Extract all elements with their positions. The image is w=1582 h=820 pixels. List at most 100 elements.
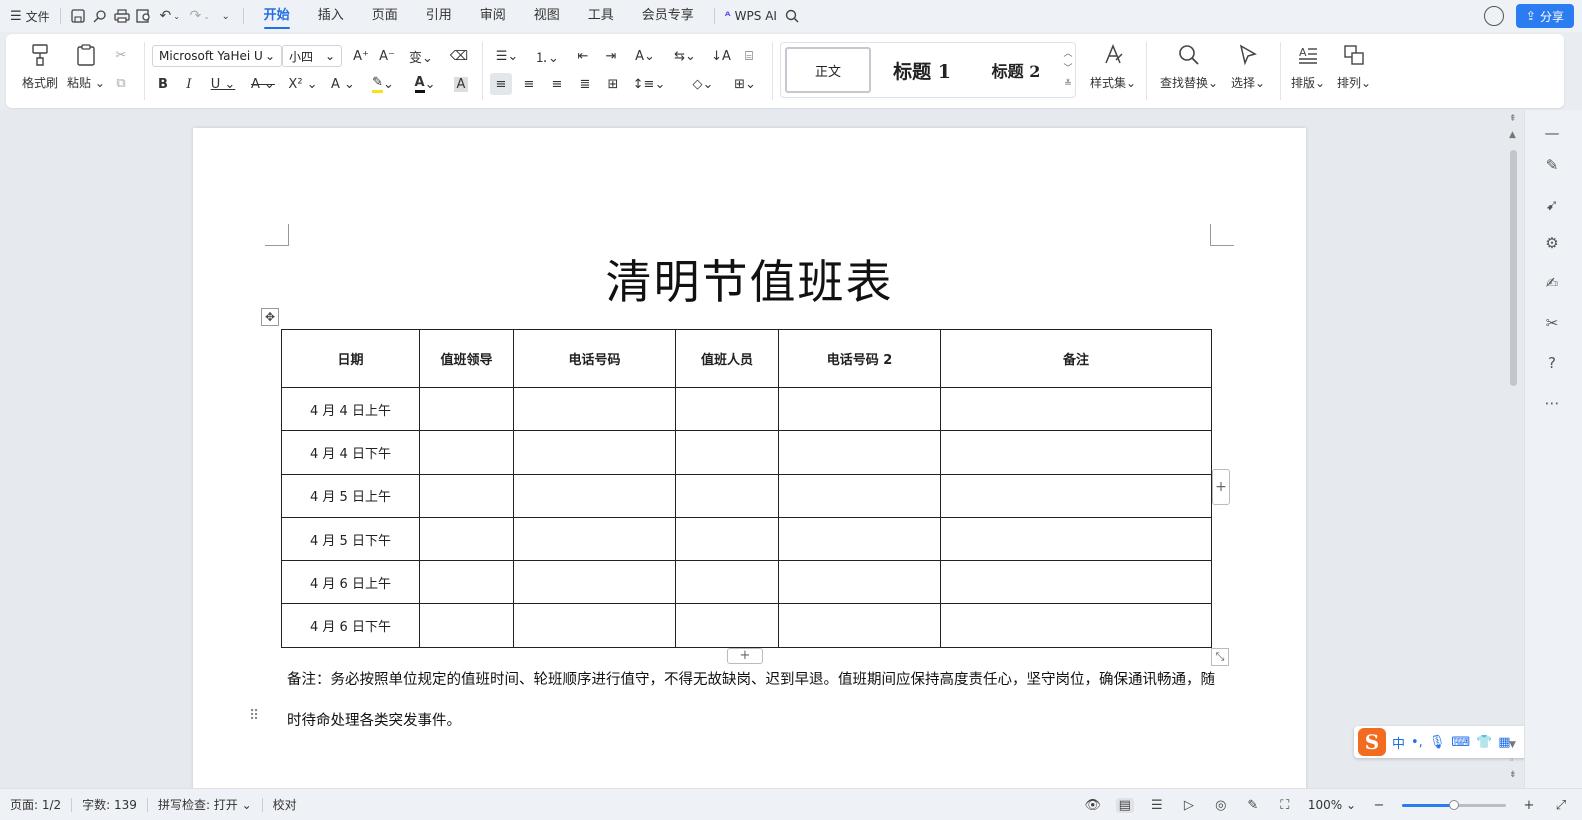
table-cell[interactable] bbox=[778, 386, 941, 432]
table-cell[interactable] bbox=[940, 603, 1212, 648]
outline-view-icon[interactable]: ☰ bbox=[1148, 798, 1166, 813]
date-cell[interactable]: 4 月 6 日上午 bbox=[281, 560, 420, 605]
table-cell[interactable] bbox=[675, 516, 779, 562]
table-cell[interactable] bbox=[940, 386, 1212, 432]
italic-icon[interactable]: I bbox=[178, 73, 200, 95]
font-color-icon[interactable]: A ⌄ bbox=[408, 73, 442, 95]
file-menu[interactable]: ☰ 文件 bbox=[0, 0, 54, 32]
tab-page[interactable]: 页面 bbox=[358, 0, 412, 32]
table-move-icon[interactable]: ✥ bbox=[261, 308, 279, 326]
table-cell[interactable] bbox=[419, 473, 514, 518]
page-indicator[interactable]: 页面: 1/2 bbox=[0, 796, 71, 813]
header-staff[interactable]: 值班人员 bbox=[675, 329, 779, 388]
add-column-button[interactable]: + bbox=[1212, 469, 1230, 505]
date-cell[interactable]: 4 月 6 日下午 bbox=[281, 603, 420, 648]
paste-button[interactable]: 粘贴 ⌄ bbox=[64, 42, 108, 91]
style-heading-1[interactable]: 标题 1 bbox=[877, 47, 967, 93]
ai-writing-icon[interactable]: ✍ bbox=[1541, 272, 1563, 294]
collapse-panel-icon[interactable]: — bbox=[1541, 122, 1563, 144]
table-cell[interactable] bbox=[419, 516, 514, 562]
table-cell[interactable] bbox=[513, 603, 676, 648]
show-marks-icon[interactable]: ⌸ bbox=[738, 45, 760, 67]
format-painter-button[interactable]: 格式刷 bbox=[18, 42, 62, 91]
undo-icon[interactable]: ↶ ⌄ bbox=[155, 5, 185, 27]
table-cell[interactable] bbox=[513, 473, 676, 518]
numbered-list-icon[interactable]: ⒈⌄ bbox=[532, 45, 562, 67]
header-phone[interactable]: 电话号码 bbox=[513, 329, 676, 388]
tab-view[interactable]: 视图 bbox=[520, 0, 574, 32]
find-replace-button[interactable]: 查找替换⌄ bbox=[1158, 42, 1220, 91]
borders-icon[interactable]: ⊞⌄ bbox=[728, 73, 762, 95]
phonetic-guide-icon[interactable]: 变⌄ bbox=[404, 45, 438, 67]
web-view-icon[interactable]: ◎ bbox=[1212, 798, 1230, 813]
zoom-select[interactable]: 100% ⌄ bbox=[1308, 798, 1356, 812]
date-cell[interactable]: 4 月 4 日下午 bbox=[281, 430, 420, 475]
tab-home[interactable]: 开始 bbox=[250, 0, 304, 32]
select-button[interactable]: 选择⌄ bbox=[1228, 42, 1268, 91]
tab-review[interactable]: 审阅 bbox=[466, 0, 520, 32]
shading-icon[interactable]: ◇⌄ bbox=[686, 73, 720, 95]
spell-check-toggle[interactable]: 拼写检查: 打开 ⌄ bbox=[148, 796, 262, 813]
header-remarks[interactable]: 备注 bbox=[940, 329, 1212, 388]
share-button[interactable]: ⇪ 分享 bbox=[1515, 4, 1574, 28]
scroll-top-icon[interactable]: ⇞ bbox=[1509, 114, 1517, 124]
duty-table[interactable]: 日期 值班领导 电话号码 值班人员 电话号码 2 备注 4 月 4 日上午 4 … bbox=[281, 329, 1212, 648]
zoom-slider-knob[interactable] bbox=[1449, 799, 1459, 810]
ime-mode-toggle[interactable]: 中 bbox=[1392, 733, 1405, 752]
style-set-button[interactable]: 样式集⌄ bbox=[1086, 42, 1140, 91]
redo-icon[interactable]: ↷ ⌄ bbox=[185, 5, 215, 27]
header-phone-2[interactable]: 电话号码 2 bbox=[778, 329, 941, 388]
tab-insert[interactable]: 插入 bbox=[304, 0, 358, 32]
settings-sliders-icon[interactable]: ⚙ bbox=[1541, 232, 1563, 254]
quick-access-more-icon[interactable]: ⌄ bbox=[215, 5, 237, 27]
char-shading-icon[interactable]: A bbox=[450, 73, 472, 95]
paragraph-drag-handle-icon[interactable]: ⠿ bbox=[249, 708, 259, 724]
table-cell[interactable] bbox=[778, 516, 941, 562]
align-right-icon[interactable]: ≡ bbox=[546, 73, 568, 95]
zoom-in-icon[interactable]: + bbox=[1520, 798, 1538, 813]
document-title[interactable]: 清明节值班表 bbox=[193, 246, 1306, 312]
table-cell[interactable] bbox=[940, 560, 1212, 605]
font-name-select[interactable]: Microsoft YaHei U ⌄ bbox=[152, 45, 282, 67]
tools-icon[interactable]: ✂ bbox=[1541, 312, 1563, 334]
header-leader[interactable]: 值班领导 bbox=[419, 329, 514, 388]
table-cell[interactable] bbox=[513, 430, 676, 475]
next-page-icon[interactable]: ⇟ bbox=[1509, 770, 1517, 780]
sogou-ime-logo-icon[interactable]: S bbox=[1358, 728, 1386, 756]
zoom-out-icon[interactable]: − bbox=[1370, 798, 1388, 813]
decrease-indent-icon[interactable]: ⇤ bbox=[572, 45, 594, 67]
scroll-thumb[interactable] bbox=[1510, 150, 1517, 386]
style-normal[interactable]: 正文 bbox=[785, 47, 871, 93]
draw-icon[interactable]: ✎ bbox=[1244, 798, 1262, 813]
fit-page-icon[interactable]: ⛶ bbox=[1276, 798, 1294, 813]
style-heading-2[interactable]: 标题 2 bbox=[971, 47, 1061, 93]
vertical-scrollbar[interactable]: ⇞ ▲ ▼ ◦ ⇟ bbox=[1506, 110, 1522, 788]
bold-icon[interactable]: B bbox=[152, 73, 174, 95]
microphone-icon[interactable]: 🎙 bbox=[1429, 735, 1446, 750]
table-cell[interactable] bbox=[675, 386, 779, 432]
table-cell[interactable] bbox=[419, 430, 514, 475]
table-cell[interactable] bbox=[675, 560, 779, 605]
zoom-slider[interactable] bbox=[1402, 799, 1506, 810]
table-cell[interactable] bbox=[778, 603, 941, 648]
clear-format-icon[interactable]: ⌫ bbox=[448, 45, 470, 67]
search-icon[interactable] bbox=[781, 5, 803, 27]
underline-icon[interactable]: U ⌄ bbox=[206, 73, 240, 95]
date-cell[interactable]: 4 月 5 日上午 bbox=[281, 473, 420, 518]
grow-font-icon[interactable]: A⁺ bbox=[350, 45, 372, 67]
shrink-font-icon[interactable]: A⁻ bbox=[376, 45, 398, 67]
date-cell[interactable]: 4 月 4 日上午 bbox=[281, 386, 420, 432]
scroll-down-icon[interactable]: ▼ bbox=[1509, 740, 1516, 750]
table-cell[interactable] bbox=[513, 386, 676, 432]
table-cell[interactable] bbox=[940, 473, 1212, 518]
tab-references[interactable]: 引用 bbox=[412, 0, 466, 32]
print-icon[interactable] bbox=[111, 5, 133, 27]
table-cell[interactable] bbox=[778, 473, 941, 518]
save-icon[interactable] bbox=[67, 5, 89, 27]
table-cell[interactable] bbox=[675, 430, 779, 475]
highlight-icon[interactable]: ✎ ⌄ bbox=[366, 73, 400, 95]
cloud-status-icon[interactable] bbox=[1484, 6, 1504, 26]
page-view-icon[interactable]: ▤ bbox=[1115, 797, 1134, 813]
copy-icon[interactable]: ⧉ bbox=[110, 72, 132, 94]
header-date[interactable]: 日期 bbox=[281, 329, 420, 388]
